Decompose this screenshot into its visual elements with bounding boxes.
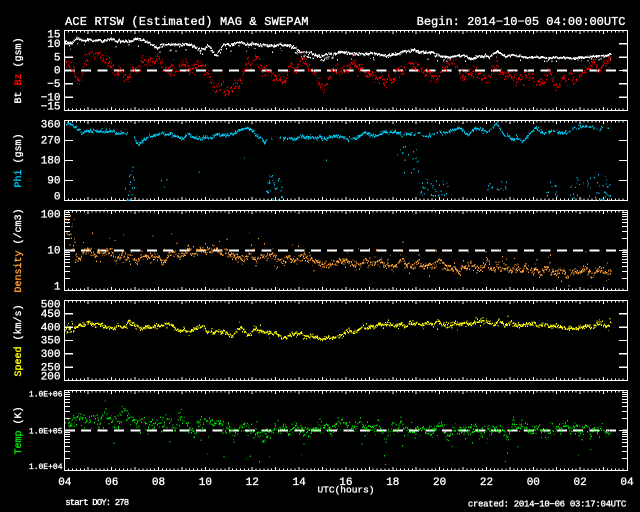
svg-text:08: 08: [152, 477, 165, 489]
svg-text:start DOY: 278: start DOY: 278: [65, 498, 129, 508]
svg-text:10: 10: [47, 39, 60, 51]
svg-text:100: 100: [41, 210, 61, 222]
svg-text:UTC(hours): UTC(hours): [317, 485, 374, 496]
svg-text:00: 00: [527, 477, 540, 489]
svg-text:created: 2014−10−06 03:17:04UT: created: 2014−10−06 03:17:04UTC: [468, 500, 627, 510]
svg-text:400: 400: [41, 322, 61, 334]
svg-text:10: 10: [47, 246, 60, 258]
svg-text:450: 450: [41, 309, 61, 321]
svg-text:22: 22: [480, 477, 493, 489]
svg-text:Begin: 2014−10−05 04:00:00UTC: Begin: 2014−10−05 04:00:00UTC: [417, 15, 626, 29]
svg-text:20: 20: [433, 477, 446, 489]
svg-text:1.0E+06: 1.0E+06: [29, 391, 63, 400]
svg-text:02: 02: [573, 477, 586, 489]
svg-text:06: 06: [105, 477, 118, 489]
svg-text:Density (/cm3): Density (/cm3): [13, 208, 25, 292]
svg-text:0: 0: [54, 192, 61, 204]
svg-text:Temp (K): Temp (K): [13, 406, 25, 454]
svg-text:04: 04: [58, 477, 72, 489]
svg-text:Bt Bz (gsm): Bt Bz (gsm): [13, 37, 25, 103]
svg-text:−15: −15: [41, 102, 61, 114]
svg-text:18: 18: [386, 477, 399, 489]
svg-text:270: 270: [41, 136, 61, 148]
svg-text:14: 14: [292, 477, 306, 489]
svg-text:Phi (gsm): Phi (gsm): [13, 133, 25, 187]
svg-text:0: 0: [54, 66, 61, 78]
svg-text:Speed (km/s): Speed (km/s): [13, 304, 25, 376]
svg-text:10: 10: [199, 477, 212, 489]
svg-text:04: 04: [620, 477, 634, 489]
svg-text:1.0E+04: 1.0E+04: [29, 463, 63, 472]
svg-text:180: 180: [41, 156, 61, 168]
svg-text:ACE RTSW (Estimated) MAG & SWE: ACE RTSW (Estimated) MAG & SWEPAM: [65, 15, 309, 29]
svg-text:360: 360: [41, 120, 61, 132]
svg-text:−5: −5: [47, 79, 60, 91]
svg-text:12: 12: [246, 477, 259, 489]
svg-text:300: 300: [41, 349, 61, 361]
svg-text:1: 1: [54, 282, 61, 294]
svg-text:200: 200: [41, 372, 61, 384]
svg-text:1.0E+05: 1.0E+05: [29, 428, 63, 437]
svg-text:350: 350: [41, 336, 61, 348]
svg-text:90: 90: [47, 176, 60, 188]
svg-text:5: 5: [54, 52, 61, 64]
